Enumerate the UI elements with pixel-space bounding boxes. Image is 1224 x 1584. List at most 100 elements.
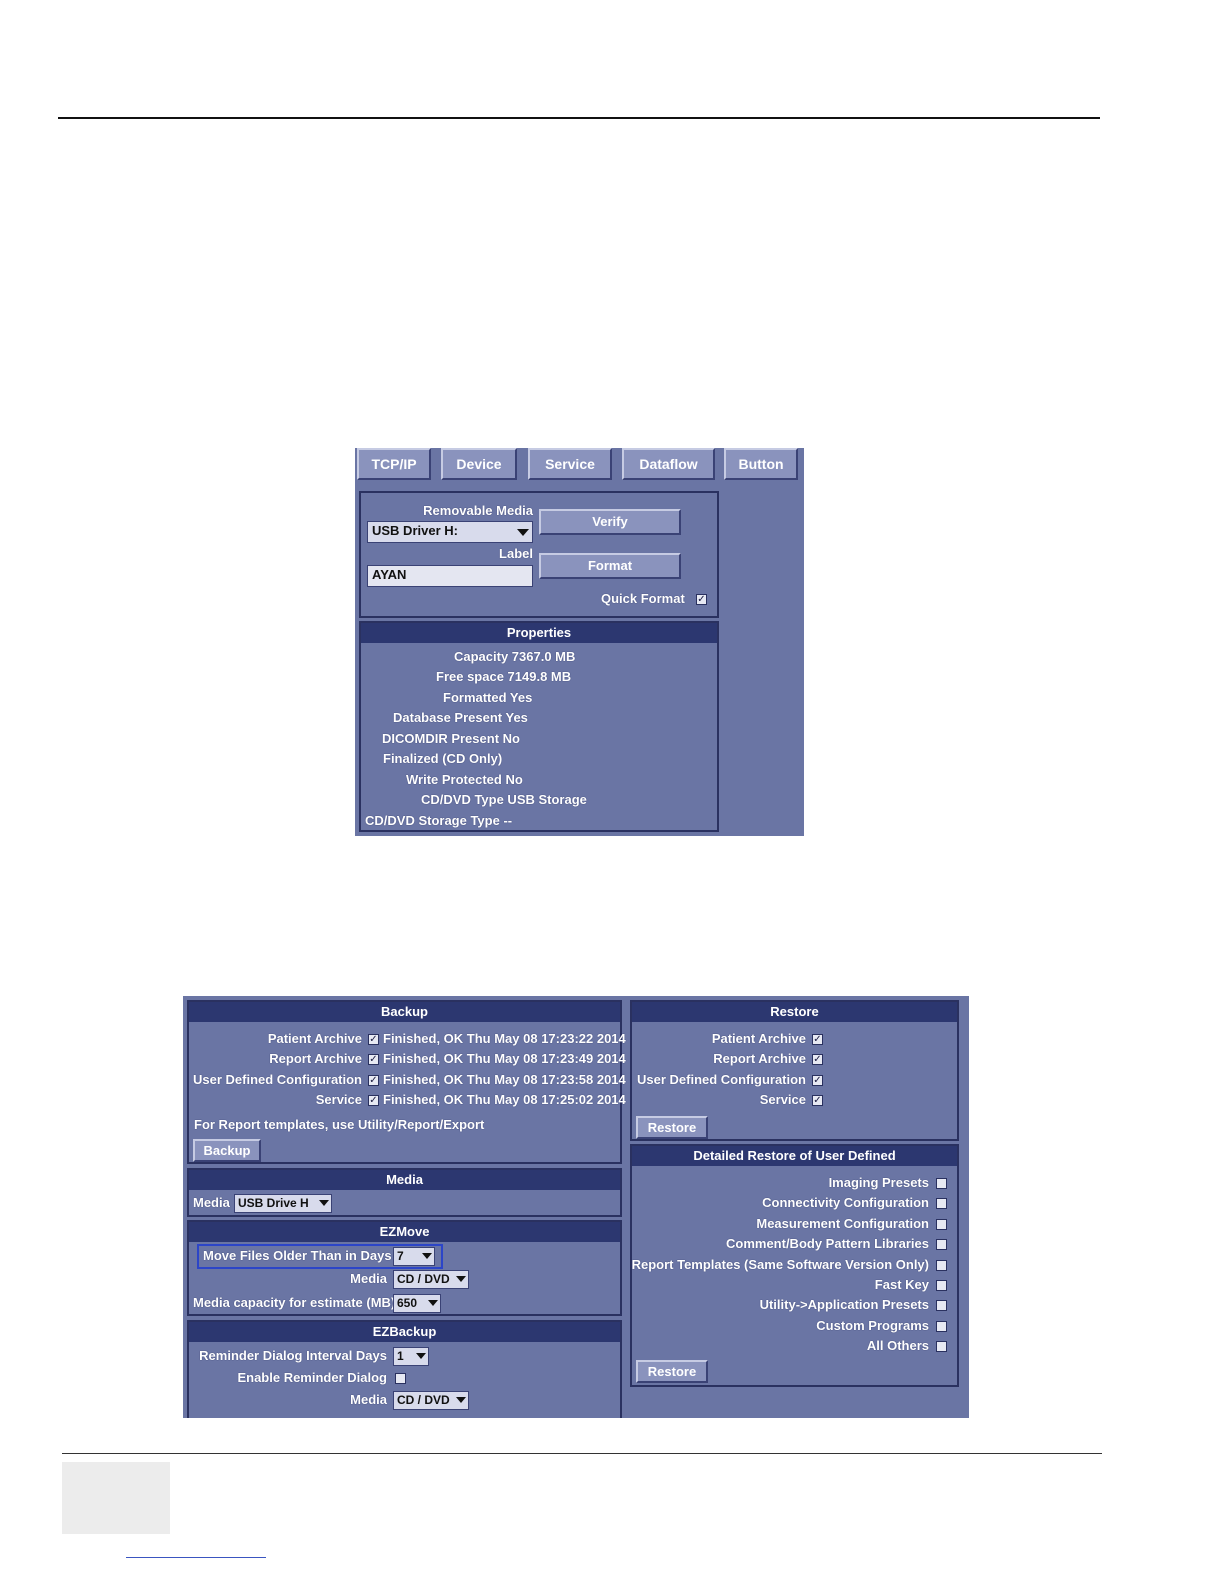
- backup-label-patient-archive: Patient Archive: [267, 1031, 362, 1046]
- property-capacity: Capacity 7367.0 MB: [454, 649, 576, 664]
- media-title: Media: [189, 1170, 620, 1190]
- ezmove-media-select[interactable]: CD / DVD: [393, 1270, 469, 1289]
- restore-checkbox-user-defined-configuration[interactable]: ✓: [812, 1075, 823, 1086]
- restore-title: Restore: [632, 1002, 957, 1022]
- restore-label-user-defined-configuration: User Defined Configuration: [636, 1072, 806, 1087]
- backup-checkbox-patient-archive[interactable]: ✓: [368, 1034, 379, 1045]
- detailed-label-connectivity-configuration: Connectivity Configuration: [762, 1195, 929, 1210]
- removable-media-value: USB Driver H:: [372, 523, 458, 538]
- restore-label-patient-archive: Patient Archive: [711, 1031, 806, 1046]
- backup-label-report-archive: Report Archive: [269, 1051, 362, 1066]
- detailed-restore-button[interactable]: Restore: [636, 1360, 708, 1383]
- enable-reminder-checkbox[interactable]: [395, 1373, 406, 1384]
- reminder-value: 1: [397, 1349, 404, 1363]
- page-number-box: [62, 1462, 170, 1534]
- label-input[interactable]: AYAN: [367, 565, 533, 587]
- backup-note: For Report templates, use Utility/Report…: [194, 1117, 485, 1132]
- label-field-label: Label: [499, 546, 533, 561]
- capacity-select[interactable]: 650: [393, 1294, 441, 1313]
- property-dicomdir-present: DICOMDIR Present No: [382, 731, 520, 746]
- chevron-down-icon: [456, 1276, 466, 1282]
- reminder-select[interactable]: 1: [393, 1347, 429, 1366]
- property-cd-dvd-type: CD/DVD Type USB Storage: [421, 792, 587, 807]
- backup-label-user-defined-configuration: User Defined Configuration: [192, 1072, 362, 1087]
- tab-tcpip[interactable]: TCP/IP: [357, 448, 431, 480]
- move-files-value: 7: [397, 1249, 404, 1263]
- move-files-label: Move Files Older Than in Days: [203, 1248, 392, 1263]
- detailed-checkbox-report-templates[interactable]: [936, 1260, 947, 1271]
- property-free-space: Free space 7149.8 MB: [436, 669, 572, 684]
- detailed-checkbox-comment-body-pattern[interactable]: [936, 1239, 947, 1250]
- backup-status-service: Finished, OK Thu May 08 17:25:02 2014: [383, 1092, 626, 1107]
- restore-label-report-archive: Report Archive: [713, 1051, 806, 1066]
- reminder-label: Reminder Dialog Interval Days: [199, 1348, 387, 1363]
- header-rule: [58, 117, 1100, 119]
- detailed-label-fast-key: Fast Key: [874, 1277, 929, 1292]
- tab-device[interactable]: Device: [441, 448, 517, 480]
- chevron-down-icon: [319, 1200, 329, 1206]
- media-panel: Media Media USB Drive H: [187, 1168, 622, 1217]
- media-label: Media: [193, 1195, 230, 1210]
- capacity-label: Media capacity for estimate (MB): [193, 1295, 396, 1310]
- backup-label-service: Service: [315, 1092, 362, 1107]
- property-finalized: Finalized (CD Only): [383, 751, 503, 766]
- quick-format-label: Quick Format: [601, 591, 685, 606]
- detailed-restore-title: Detailed Restore of User Defined: [632, 1146, 957, 1166]
- capacity-value: 650: [397, 1296, 418, 1310]
- backup-status-patient-archive: Finished, OK Thu May 08 17:23:22 2014: [383, 1031, 626, 1046]
- properties-panel: Properties Capacity 7367.0 MB Free space…: [359, 621, 719, 832]
- detailed-restore-panel: Detailed Restore of User Defined Imaging…: [630, 1144, 959, 1387]
- restore-label-service: Service: [759, 1092, 806, 1107]
- media-value: USB Drive H: [238, 1196, 309, 1210]
- chevron-down-icon: [456, 1397, 466, 1403]
- ezbackup-panel: EZBackup Reminder Dialog Interval Days 1…: [187, 1320, 622, 1418]
- detailed-checkbox-all-others[interactable]: [936, 1341, 947, 1352]
- backup-checkbox-service[interactable]: ✓: [368, 1095, 379, 1106]
- ezbackup-media-select[interactable]: CD / DVD: [393, 1391, 469, 1410]
- backup-checkbox-user-defined-configuration[interactable]: ✓: [368, 1075, 379, 1086]
- ezmove-panel: EZMove Move Files Older Than in Days 7 M…: [187, 1220, 622, 1316]
- detailed-checkbox-connectivity-configuration[interactable]: [936, 1198, 947, 1209]
- detailed-label-custom-programs: Custom Programs: [816, 1318, 929, 1333]
- restore-checkbox-service[interactable]: ✓: [812, 1095, 823, 1106]
- detailed-label-application-presets: Utility->Application Presets: [759, 1297, 929, 1312]
- removable-media-label: Removable Media: [423, 503, 533, 518]
- move-files-select[interactable]: 7: [393, 1247, 435, 1266]
- detailed-checkbox-custom-programs[interactable]: [936, 1321, 947, 1332]
- property-database-present: Database Present Yes: [393, 710, 528, 725]
- backup-status-report-archive: Finished, OK Thu May 08 17:23:49 2014: [383, 1051, 626, 1066]
- backup-status-user-defined-configuration: Finished, OK Thu May 08 17:23:58 2014: [383, 1072, 626, 1087]
- detailed-label-imaging-presets: Imaging Presets: [828, 1175, 929, 1190]
- backup-title: Backup: [189, 1002, 620, 1022]
- backup-checkbox-report-archive[interactable]: ✓: [368, 1054, 379, 1065]
- ezmove-title: EZMove: [189, 1222, 620, 1242]
- detailed-label-comment-body-pattern: Comment/Body Pattern Libraries: [726, 1236, 929, 1251]
- media-select[interactable]: USB Drive H: [234, 1194, 332, 1213]
- restore-checkbox-patient-archive[interactable]: ✓: [812, 1034, 823, 1045]
- removable-media-select[interactable]: USB Driver H:: [367, 521, 533, 543]
- chevron-down-icon: [416, 1353, 426, 1359]
- tab-button[interactable]: Button: [724, 448, 798, 480]
- footer-link-underline[interactable]: [126, 1557, 266, 1558]
- chevron-down-icon: [428, 1300, 438, 1306]
- tab-service[interactable]: Service: [528, 448, 612, 480]
- tab-dataflow[interactable]: Dataflow: [622, 448, 715, 480]
- detailed-checkbox-fast-key[interactable]: [936, 1280, 947, 1291]
- property-write-protected: Write Protected No: [406, 772, 523, 787]
- ezmove-media-value: CD / DVD: [397, 1272, 450, 1286]
- enable-reminder-label: Enable Reminder Dialog: [237, 1370, 387, 1385]
- property-cd-dvd-storage-type: CD/DVD Storage Type --: [365, 813, 513, 828]
- chevron-down-icon: [517, 529, 529, 536]
- detailed-label-all-others: All Others: [866, 1338, 929, 1353]
- restore-button[interactable]: Restore: [636, 1116, 708, 1139]
- verify-button[interactable]: Verify: [539, 509, 681, 535]
- detailed-checkbox-imaging-presets[interactable]: [936, 1178, 947, 1189]
- restore-checkbox-report-archive[interactable]: ✓: [812, 1054, 823, 1065]
- ezmove-media-label: Media: [350, 1271, 387, 1286]
- backup-button[interactable]: Backup: [193, 1139, 261, 1162]
- detailed-checkbox-application-presets[interactable]: [936, 1300, 947, 1311]
- format-button[interactable]: Format: [539, 553, 681, 579]
- quick-format-checkbox[interactable]: ✓: [696, 594, 707, 605]
- detailed-checkbox-measurement-configuration[interactable]: [936, 1219, 947, 1230]
- footer-rule: [62, 1453, 1102, 1454]
